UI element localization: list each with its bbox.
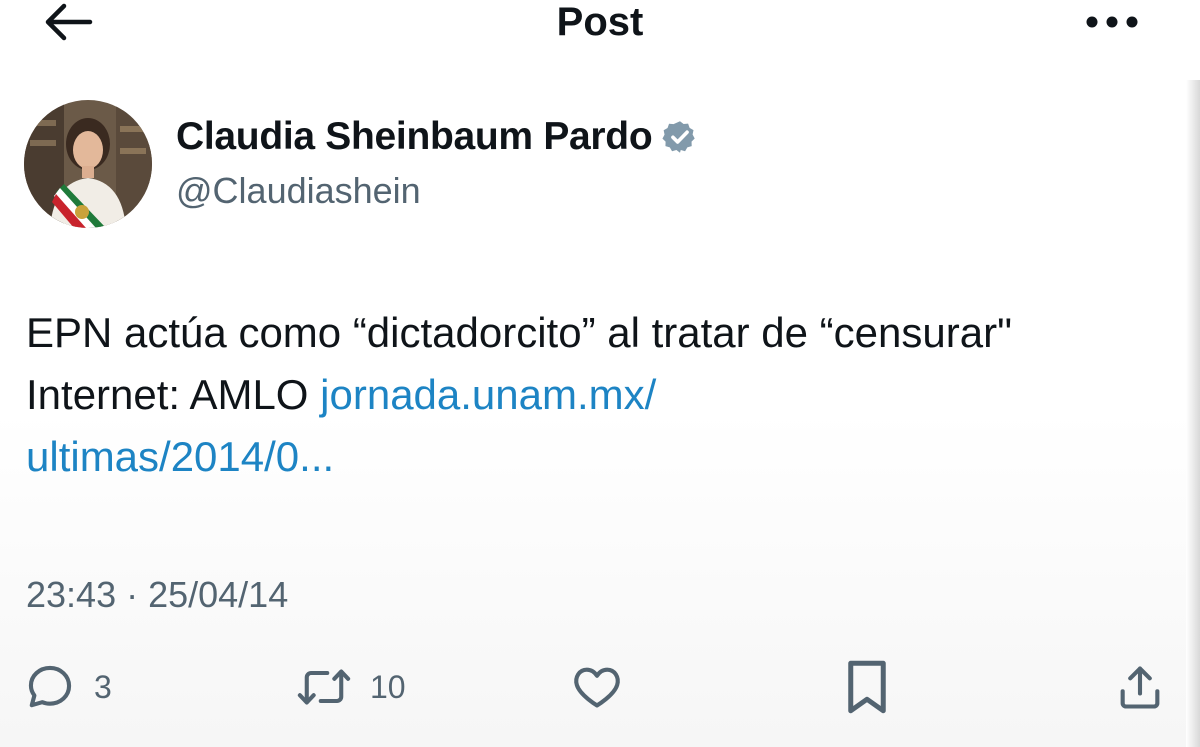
bookmark-icon xyxy=(848,660,886,714)
arrow-left-icon xyxy=(45,3,93,41)
author-name-row[interactable]: Claudia Sheinbaum Pardo xyxy=(176,112,698,162)
repost-icon xyxy=(297,669,351,705)
post-link-line-2[interactable]: ultimas/2014/0... xyxy=(26,433,334,480)
repost-count: 10 xyxy=(370,668,406,705)
heart-icon xyxy=(574,667,620,708)
more-horizontal-icon xyxy=(1086,16,1138,28)
more-options-button[interactable] xyxy=(1080,2,1144,42)
share-icon xyxy=(1120,666,1160,709)
share-button[interactable] xyxy=(1114,655,1166,719)
verified-badge-icon xyxy=(662,121,696,153)
author-name: Claudia Sheinbaum Pardo xyxy=(176,115,653,158)
reply-count: 3 xyxy=(94,668,112,705)
action-bar: 3 10 xyxy=(0,655,1200,719)
post-timestamp[interactable]: 23:43 · 25/04/14 xyxy=(26,570,288,620)
reply-icon xyxy=(28,665,72,708)
reply-button[interactable]: 3 xyxy=(24,655,112,719)
like-button[interactable] xyxy=(570,655,624,719)
post-link-line-1[interactable]: jornada.unam.mx/ xyxy=(320,371,656,418)
post-text: EPN actúa como “dictadorcito” al tratar … xyxy=(26,302,1146,488)
back-button[interactable] xyxy=(38,0,98,44)
scroll-edge xyxy=(1186,80,1200,747)
top-bar: Post xyxy=(0,0,1200,60)
author-handle[interactable]: @Claudiashein xyxy=(176,166,421,216)
repost-button[interactable]: 10 xyxy=(296,655,406,719)
bookmark-button[interactable] xyxy=(844,655,890,719)
avatar[interactable] xyxy=(24,100,152,228)
page-title: Post xyxy=(556,0,644,44)
